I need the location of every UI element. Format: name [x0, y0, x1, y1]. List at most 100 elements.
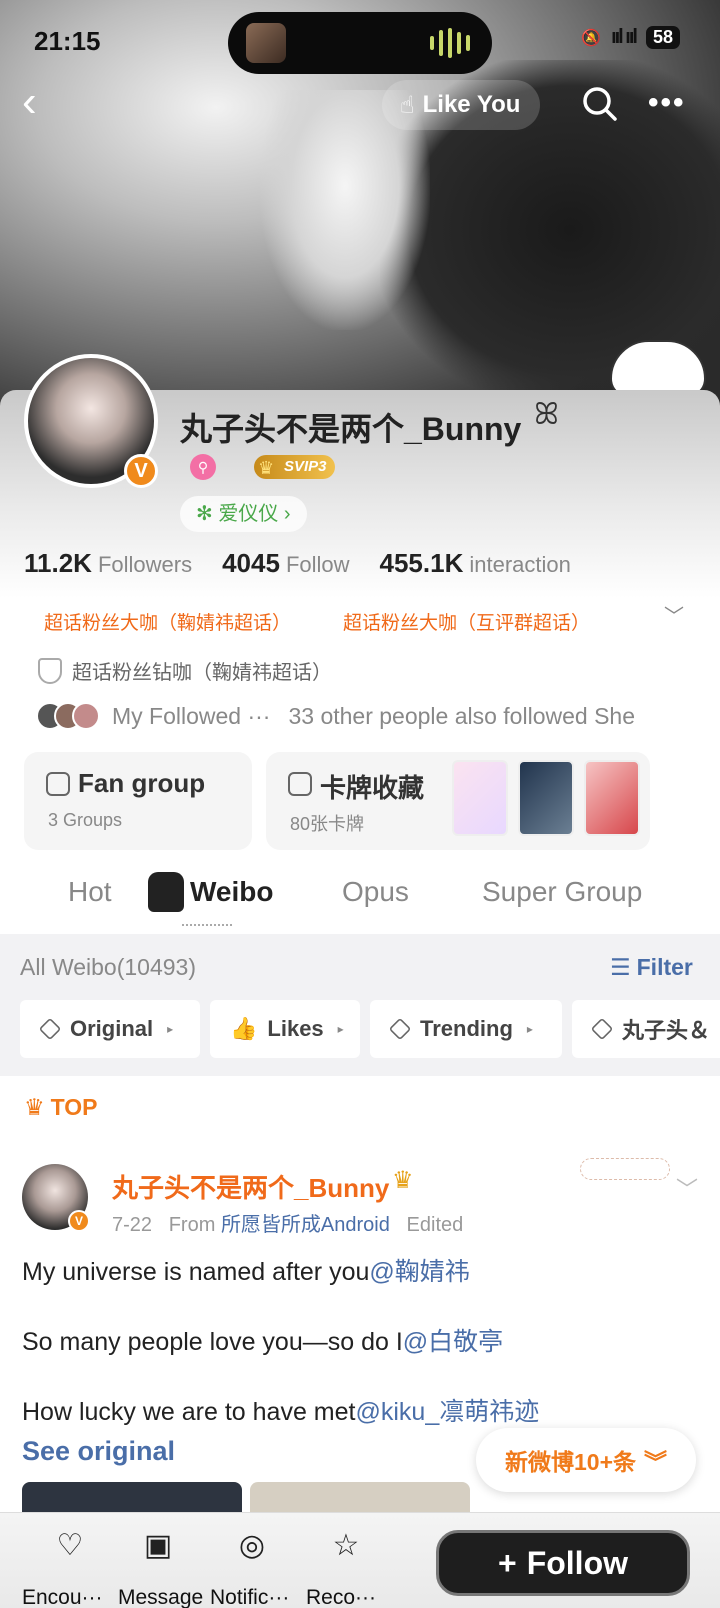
tab-weibo[interactable]: Weibo: [190, 876, 273, 908]
my-followed-label: My Followed ···: [112, 702, 271, 729]
post-source[interactable]: 所愿皆所成Android: [221, 1214, 390, 1236]
computer-icon[interactable]: ▣: [138, 1526, 178, 1566]
post-image[interactable]: [22, 1482, 242, 1512]
compact-icon[interactable]: ◎: [232, 1526, 272, 1566]
like-you-button[interactable]: ☝ Like You: [382, 80, 540, 130]
now-playing-artwork: [246, 23, 286, 63]
post-text: How lucky we are to have met: [22, 1398, 356, 1426]
post-mention[interactable]: @白敬亭: [403, 1328, 503, 1356]
profile-username: 丸子头不是两个_Bunny: [180, 411, 522, 447]
chevron-down-icon[interactable]: ﹀: [676, 1172, 698, 1204]
svip-label: SVIP3: [284, 458, 327, 475]
top-text: TOP: [50, 1094, 98, 1120]
chevron-down-icon[interactable]: ﹀: [664, 600, 684, 629]
collection-thumbnail: [452, 760, 508, 836]
fan-group-card[interactable]: Fan group 3 Groups: [24, 752, 252, 850]
collection-thumbnail: [584, 760, 640, 836]
caret-right-icon: ▸: [337, 1022, 344, 1036]
post-date: 7-22: [112, 1214, 153, 1236]
thumbs-up-icon: 👍: [230, 1016, 258, 1041]
diamond-fan-label: 超话粉丝钻咖（鞠婧祎超话）: [72, 662, 332, 684]
fan-group-count: 3 Groups: [48, 810, 123, 830]
plus-icon: +: [498, 1544, 517, 1581]
battery-level: 58: [645, 26, 680, 49]
audio-wave-icon: [430, 28, 470, 58]
back-arrow-icon[interactable]: ‹: [22, 80, 66, 126]
filter-button[interactable]: ☰ Filter: [610, 954, 693, 981]
stat-number: 455.1K: [379, 548, 464, 578]
pink-badge-icon[interactable]: ⚲: [190, 454, 216, 480]
layers-icon: [590, 1017, 614, 1041]
collection-thumbnail: [518, 760, 574, 836]
dynamic-island[interactable]: [228, 12, 492, 74]
filter-label: Filter: [636, 954, 693, 980]
stat-followers[interactable]: 11.2K Followers: [24, 548, 192, 579]
svip-badge[interactable]: ♛ SVIP3: [254, 455, 335, 479]
layers-icon: [38, 1017, 62, 1041]
post-mention[interactable]: @kiku_凛萌祎迹: [355, 1398, 539, 1426]
stat-follow[interactable]: 4045 Follow: [222, 548, 349, 579]
tab-hot[interactable]: Hot: [68, 876, 112, 908]
post-author-name[interactable]: 丸子头不是两个_Bunny: [112, 1168, 389, 1205]
crown-icon: ♛: [258, 458, 275, 478]
post-meta: 7-22 From 所愿皆所成Android Edited: [112, 1208, 463, 1237]
filter-icon: ☰: [610, 954, 631, 980]
tab-opus[interactable]: Opus: [342, 876, 409, 908]
follow-button[interactable]: + Follow: [436, 1530, 690, 1596]
bottom-item-notification[interactable]: Notific···: [210, 1586, 289, 1608]
all-weibo-count: All Weibo(10493): [20, 954, 197, 980]
stat-number: 11.2K: [24, 548, 92, 578]
post-edited: Edited: [406, 1214, 464, 1236]
chip-likes[interactable]: 👍 Likes ▸: [210, 1000, 360, 1058]
chip-label: Trending: [420, 1016, 513, 1041]
double-chevron-down-icon: ︾: [644, 1449, 667, 1475]
cat-sticker-icon: [148, 872, 184, 912]
verified-badge-icon: V: [68, 1210, 90, 1232]
profile-stats: 11.2K Followers 4045 Follow 455.1K interact…: [24, 548, 571, 579]
chip-label: Likes: [267, 1016, 324, 1041]
stat-interaction[interactable]: 455.1K interaction: [380, 548, 571, 579]
verified-badge-icon: V: [124, 454, 158, 488]
bottom-item-message[interactable]: Message: [118, 1586, 203, 1608]
stat-label: Followers: [97, 552, 193, 577]
fan-tag[interactable]: 超话粉丝大咖（鞠婧祎超话）: [44, 608, 291, 635]
chip-original[interactable]: Original ▸: [20, 1000, 200, 1058]
new-posts-button[interactable]: 新微博10+条 ︾: [476, 1428, 696, 1492]
chip-label: Original: [70, 1016, 154, 1041]
status-bar: 21:15 🔕 ııl ııl 58: [0, 0, 720, 80]
heart-key-icon[interactable]: ♡: [50, 1526, 90, 1566]
star-icon[interactable]: ☆: [326, 1526, 366, 1566]
post-text: So many people love you—so do I: [22, 1328, 403, 1356]
collection-title: 卡牌收藏: [320, 773, 425, 803]
group-icon: [46, 772, 70, 796]
idol-tag-button[interactable]: ✻ 爱仪仪 ›: [180, 496, 307, 532]
others-followed-label: 33 other people also followed She: [288, 702, 635, 729]
post-mention[interactable]: @鞠婧祎: [369, 1258, 469, 1286]
more-icon[interactable]: •••: [648, 86, 686, 120]
chip-custom[interactable]: 丸子头＆: [572, 1000, 720, 1058]
post-text-line: How lucky we are to have met@kiku_凛萌祎迹: [22, 1392, 539, 1428]
mutual-followers-row[interactable]: My Followed ··· 33 other people also fol…: [36, 702, 635, 730]
diamond-fan-tag[interactable]: 超话粉丝钻咖（鞠婧祎超话）: [38, 656, 332, 685]
post-text-line: My universe is named after you@鞠婧祎: [22, 1252, 470, 1288]
tab-super-group[interactable]: Super Group: [482, 876, 642, 908]
card-icon: [288, 772, 312, 796]
hand-icon: ☝: [400, 91, 415, 119]
follow-label: Follow: [526, 1544, 628, 1581]
new-posts-label: 新微博10+条: [504, 1449, 636, 1475]
bottom-item-encounter[interactable]: Encou···: [22, 1586, 103, 1608]
stat-label: Follow: [285, 552, 350, 577]
crown-icon: ♛: [24, 1094, 45, 1120]
fan-tag[interactable]: 超话粉丝大咖（互评群超话）: [343, 608, 590, 635]
status-icons: 🔕 ııl ııl 58: [581, 26, 680, 49]
see-original-link[interactable]: See original: [22, 1436, 175, 1467]
stat-number: 4045: [222, 548, 280, 578]
bottom-item-recommend[interactable]: Reco···: [306, 1586, 376, 1608]
pinned-top-label: ♛ TOP: [24, 1094, 98, 1121]
search-icon[interactable]: [580, 84, 620, 124]
card-collection-card[interactable]: 卡牌收藏 80张卡牌: [266, 752, 650, 850]
chip-trending[interactable]: Trending ▸: [370, 1000, 562, 1058]
chip-label: 丸子头＆: [622, 1018, 711, 1043]
post-image[interactable]: [250, 1482, 470, 1512]
caret-right-icon: ▸: [167, 1022, 174, 1036]
